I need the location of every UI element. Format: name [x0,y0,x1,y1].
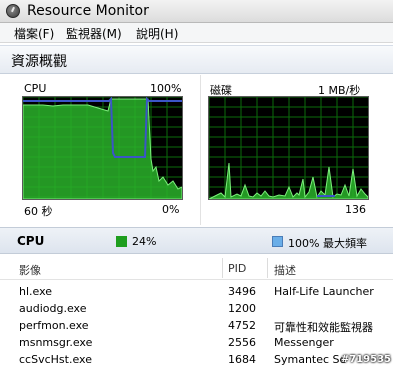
disk-usage-graph [209,97,368,199]
resource-monitor-icon [6,4,20,18]
column-pid[interactable]: PID [228,262,246,275]
row-image: msnmsgr.exe [19,336,93,349]
graph-divider [200,75,201,225]
table-row[interactable]: perfmon.exe 4752 可靠性和效能監視器 [0,318,393,335]
row-image: perfmon.exe [19,319,89,332]
column-description[interactable]: 描述 [274,262,296,278]
cpu-graph-min-label: 0% [162,203,180,216]
row-description: Half-Life Launcher [274,285,374,298]
max-frequency-legend-icon [272,236,283,247]
row-image: ccSvcHst.exe [19,353,92,366]
title-bar: Resource Monitor [0,0,393,23]
row-image: hl.exe [19,285,53,298]
row-pid: 4752 [228,319,256,332]
row-description: Messenger [274,336,334,349]
column-image[interactable]: 影像 [19,262,41,278]
overview-title: 資源概觀 [11,54,67,70]
process-table-header: 影像 PID 描述 [0,256,393,280]
table-row[interactable]: ccSvcHst.exe 1684 Symantec Se [0,352,393,369]
column-separator[interactable] [267,258,268,278]
row-image: audiodg.exe [19,302,87,315]
table-row[interactable]: audiodg.exe 1200 [0,301,393,318]
column-separator[interactable] [222,258,223,278]
cpu-graph-label: CPU [24,82,47,95]
overview-header[interactable]: 資源概觀 [0,45,393,74]
menu-monitor[interactable]: 監視器(M) [66,25,122,42]
cpu-usage-text: 24% [132,235,157,248]
cpu-section-title: CPU [17,234,45,248]
row-description: 可靠性和效能監視器 [274,321,373,334]
cpu-graph-time-label: 60 秒 [24,205,53,218]
row-pid: 2556 [228,336,256,349]
cpu-usage-area [23,98,182,199]
row-pid: 1684 [228,353,256,366]
window-title: Resource Monitor [27,3,149,19]
table-row[interactable]: msnmsgr.exe 2556 Messenger [0,335,393,352]
cpu-graph-max-label: 100% [150,82,182,95]
menu-help[interactable]: 說明(H) [136,25,178,42]
disk-graph [208,96,369,200]
watermark: #719535 [340,354,391,365]
row-pid: 3496 [228,285,256,298]
row-pid: 1200 [228,302,256,315]
cpu-usage-graph [23,97,182,199]
cpu-section-header[interactable]: CPU 24% 100% 最大頻率 [0,227,393,254]
cpu-graph [22,96,183,200]
disk-graph-min-label: 136 [345,203,366,216]
cpu-usage-legend-icon [116,236,127,247]
menu-file[interactable]: 檔案(F) [14,25,54,42]
row-description: Symantec Se [274,353,347,366]
menu-bar: 檔案(F) 監視器(M) 說明(H) [0,23,393,43]
table-row[interactable]: hl.exe 3496 Half-Life Launcher [0,284,393,301]
max-frequency-text: 100% 最大頻率 [288,237,367,250]
graph-area: CPU 100% 60 秒 0% 磁碟 1 MB/秒 136 [0,75,393,225]
